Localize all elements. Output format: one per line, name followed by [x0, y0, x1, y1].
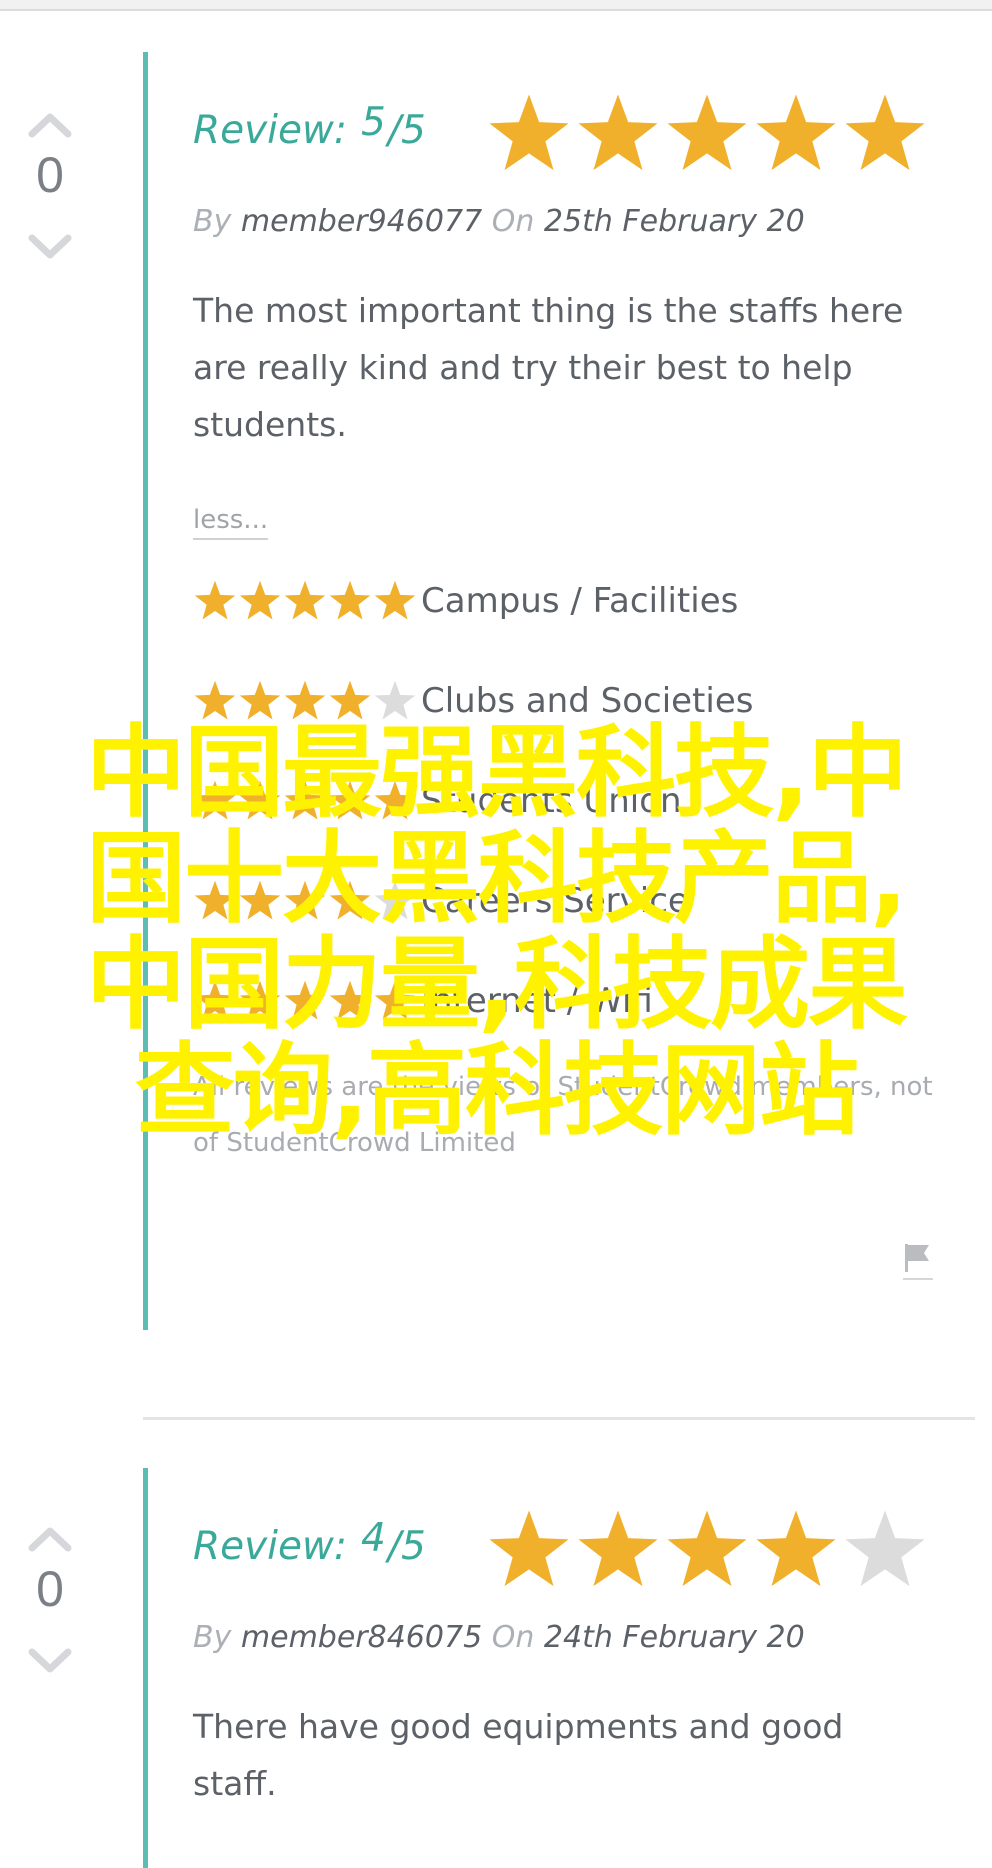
review-date: 25th February 20: [543, 204, 805, 239]
member-name[interactable]: member946077: [241, 204, 482, 239]
review-byline: By member946077 On 25th February 20: [193, 204, 953, 239]
by-label: By: [193, 204, 232, 239]
star-filled-icon: [374, 580, 416, 620]
star-filled-icon: [329, 580, 371, 620]
star-filled-icon: [667, 94, 747, 171]
vote-count: 0: [36, 1561, 64, 1617]
review-score-label: Review: 4/5: [193, 1516, 426, 1569]
star-filled-icon: [756, 1510, 836, 1587]
category-label: Students Union: [421, 781, 682, 821]
review-separator: [143, 1417, 975, 1420]
review-score-label: Review: 5/5: [193, 100, 426, 153]
star-filled-icon: [284, 980, 326, 1020]
category-label: Careers Service: [421, 881, 689, 921]
star-filled-icon: [329, 680, 371, 720]
star-filled-icon: [329, 880, 371, 920]
star-filled-icon: [239, 580, 281, 620]
star-filled-icon: [194, 580, 236, 620]
star-filled-icon: [194, 880, 236, 920]
flag-icon: [903, 1244, 933, 1280]
category-rating-row: Clubs and Societies: [193, 651, 953, 751]
star-filled-icon: [374, 780, 416, 820]
upvote-button[interactable]: [28, 1524, 72, 1554]
star-filled-icon: [239, 680, 281, 720]
downvote-button[interactable]: [28, 1646, 72, 1676]
chevron-down-icon: [28, 234, 72, 259]
star-empty-icon: [374, 880, 416, 920]
chevron-up-icon: [28, 113, 72, 138]
star-filled-icon: [194, 680, 236, 720]
review-header: Review: 4/5: [193, 1510, 953, 1602]
star-filled-icon: [329, 780, 371, 820]
category-stars: [193, 679, 421, 723]
upvote-button[interactable]: [28, 110, 72, 140]
category-rating-row: Students Union: [193, 751, 953, 851]
star-filled-icon: [489, 94, 569, 171]
review-score: 4: [361, 1516, 386, 1561]
star-filled-icon: [284, 680, 326, 720]
review-text: The most important thing is the staffs h…: [193, 291, 904, 444]
star-filled-icon: [489, 1510, 569, 1587]
review-score-max: /5: [387, 1524, 426, 1569]
review-accent-bar: [143, 52, 148, 1330]
review-byline: By member846075 On 24th February 20: [193, 1620, 953, 1655]
review-header: Review: 5/5: [193, 94, 953, 186]
star-filled-icon: [578, 94, 658, 171]
star-filled-icon: [284, 780, 326, 820]
review-date: 24th February 20: [543, 1620, 805, 1655]
overall-rating-stars: [486, 1507, 928, 1593]
review-content: Review: 4/5 By member846075 On 24th Febru…: [193, 1510, 953, 1812]
category-rating-row: Internet / Wifi: [193, 951, 953, 1051]
review-disclaimer: All reviews are the views of StudentCrow…: [193, 1072, 933, 1158]
star-empty-icon: [374, 680, 416, 720]
review-score-max: /5: [387, 108, 426, 153]
star-filled-icon: [284, 580, 326, 620]
category-rating-row: Campus / Facilities: [193, 551, 953, 651]
star-filled-icon: [329, 980, 371, 1020]
review-label-text: Review:: [193, 108, 348, 153]
category-label: Campus / Facilities: [421, 581, 739, 621]
star-filled-icon: [374, 980, 416, 1020]
category-stars: [193, 579, 421, 623]
report-flag-button[interactable]: [903, 1240, 933, 1282]
review-text: There have good equipments and good staf…: [193, 1707, 844, 1803]
review-label-text: Review:: [193, 1524, 348, 1569]
chevron-up-icon: [28, 1527, 72, 1552]
chevron-down-icon: [28, 1648, 72, 1673]
category-stars: [193, 979, 421, 1023]
star-filled-icon: [239, 980, 281, 1020]
review-content: Review: 5/5 By member946077 On 25th Febru…: [193, 94, 953, 1171]
star-filled-icon: [756, 94, 836, 171]
overall-rating-stars: [486, 91, 928, 177]
category-ratings: Campus / Facilities Clubs and Societies St…: [193, 551, 953, 1051]
category-stars: [193, 879, 421, 923]
star-filled-icon: [194, 980, 236, 1020]
star-filled-icon: [284, 880, 326, 920]
downvote-button[interactable]: [28, 232, 72, 262]
review-accent-bar: [143, 1468, 148, 1868]
member-name[interactable]: member846075: [241, 1620, 482, 1655]
star-empty-icon: [845, 1510, 925, 1587]
review-score: 5: [361, 100, 386, 145]
vote-count: 0: [36, 147, 64, 203]
less-link[interactable]: less...: [193, 505, 268, 535]
star-filled-icon: [845, 94, 925, 171]
by-label: By: [193, 1620, 232, 1655]
category-rating-row: Careers Service: [193, 851, 953, 951]
category-label: Internet / Wifi: [421, 981, 653, 1021]
category-stars: [193, 779, 421, 823]
category-label: Clubs and Societies: [421, 681, 754, 721]
on-label: On: [491, 204, 535, 239]
top-divider: [0, 0, 992, 11]
star-filled-icon: [667, 1510, 747, 1587]
star-filled-icon: [194, 780, 236, 820]
star-filled-icon: [578, 1510, 658, 1587]
star-filled-icon: [239, 880, 281, 920]
star-filled-icon: [239, 780, 281, 820]
less-link-wrap: less...: [193, 505, 953, 545]
on-label: On: [491, 1620, 535, 1655]
